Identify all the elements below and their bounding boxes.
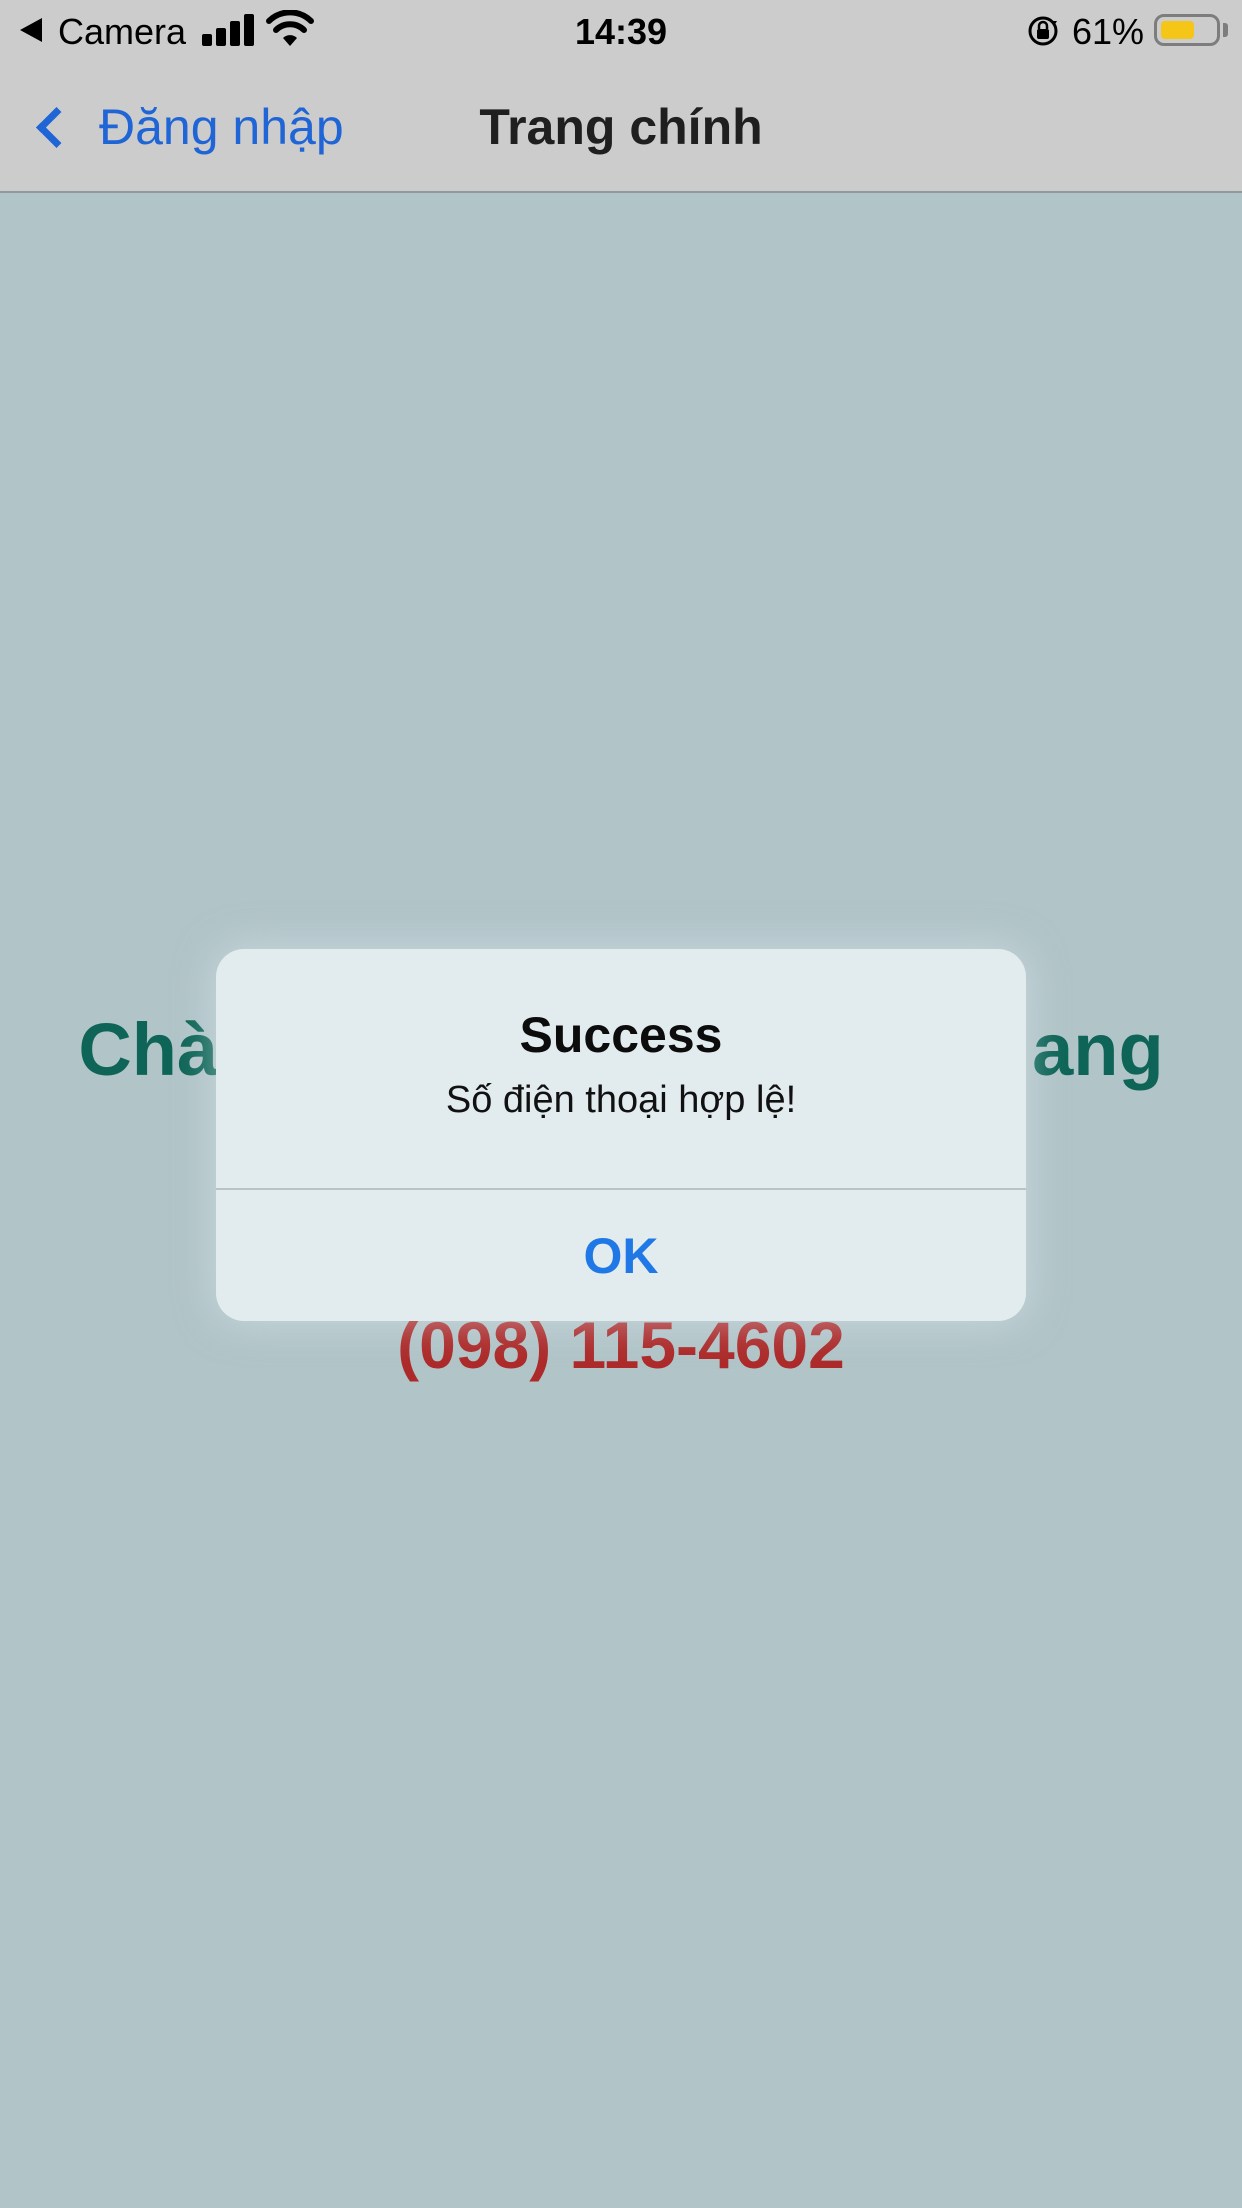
navigation-bar: Đăng nhập Trang chính [0,64,1242,193]
alert-ok-button[interactable]: OK [216,1190,1026,1321]
page-title: Trang chính [479,99,763,155]
status-bar: Camera 14:39 61% [0,0,1242,64]
alert-dialog: Success Số điện thoại hợp lệ! OK [216,949,1026,1321]
battery-percent: 61% [1072,11,1145,52]
orientation-lock-icon [1028,16,1058,46]
welcome-heading-left: Chà [78,1008,219,1091]
battery-level-fill [1161,21,1194,39]
alert-title: Success [519,1007,723,1063]
battery-icon [1154,14,1220,46]
battery-cap [1223,23,1228,37]
welcome-heading-right: ang [1032,1008,1164,1091]
alert-message: Số điện thoại hợp lệ! [445,1079,797,1121]
